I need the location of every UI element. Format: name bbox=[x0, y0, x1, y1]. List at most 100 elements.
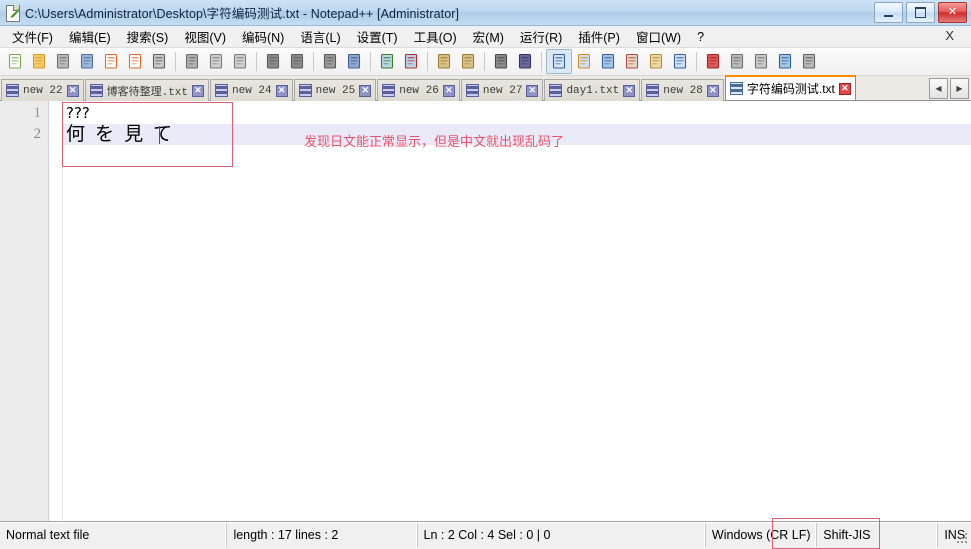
tab-item[interactable]: new 25 ✕ bbox=[293, 79, 377, 101]
new-file-icon[interactable] bbox=[3, 50, 27, 73]
menu-view[interactable]: 视图(V) bbox=[176, 25, 234, 48]
tab-label: new 24 bbox=[232, 84, 272, 97]
status-encoding[interactable]: Shift-JIS bbox=[817, 523, 939, 547]
paste-icon[interactable] bbox=[228, 50, 252, 73]
sync-vertical-scroll-icon-glyph bbox=[437, 53, 450, 69]
menu-encoding[interactable]: 编码(N) bbox=[234, 25, 292, 48]
save-macro-icon[interactable] bbox=[797, 50, 821, 73]
tab-item[interactable]: new 22 ✕ bbox=[1, 79, 84, 101]
tab-close-icon[interactable]: ✕ bbox=[275, 84, 288, 97]
tab-item[interactable]: new 28 ✕ bbox=[641, 79, 724, 101]
save-icon[interactable] bbox=[51, 50, 75, 73]
toolbar-separator bbox=[484, 52, 485, 71]
window-controls: ✕ bbox=[874, 2, 967, 23]
run-macro-multiple-icon[interactable] bbox=[773, 50, 797, 73]
minimize-button[interactable] bbox=[874, 2, 903, 23]
redo-icon[interactable] bbox=[285, 50, 309, 73]
sync-horizontal-scroll-icon[interactable] bbox=[456, 50, 480, 73]
indent-guide-icon[interactable] bbox=[546, 49, 572, 74]
bookmark-margin[interactable] bbox=[49, 101, 63, 521]
tab-item[interactable]: new 24 ✕ bbox=[210, 79, 293, 101]
zoom-in-icon[interactable] bbox=[375, 50, 399, 73]
save-all-icon[interactable] bbox=[75, 50, 99, 73]
find-icon[interactable] bbox=[318, 50, 342, 73]
tab-close-icon[interactable]: ✕ bbox=[442, 84, 455, 97]
folder-as-workspace-icon[interactable] bbox=[644, 50, 668, 73]
menu-macro[interactable]: 宏(M) bbox=[465, 25, 512, 48]
tab-close-icon[interactable]: ✕ bbox=[838, 82, 851, 95]
replace-icon[interactable] bbox=[342, 50, 366, 73]
tab-item[interactable]: new 27 ✕ bbox=[460, 79, 544, 101]
maximize-button[interactable] bbox=[906, 2, 935, 23]
menu-settings[interactable]: 设置(T) bbox=[349, 25, 406, 48]
show-all-characters-icon[interactable] bbox=[513, 50, 537, 73]
close-document-button[interactable]: X bbox=[940, 28, 959, 43]
document-icon bbox=[382, 84, 396, 97]
zoom-out-icon[interactable] bbox=[399, 50, 423, 73]
tab-close-icon[interactable]: ✕ bbox=[623, 84, 636, 97]
tab-item[interactable]: new 26 ✕ bbox=[377, 79, 460, 101]
code-canvas[interactable]: ??? 何 を 見 て 发现日文能正常显示，但是中文就出现乱码了 bbox=[63, 101, 971, 521]
menu-help[interactable]: ? bbox=[689, 28, 712, 46]
tab-scroll-left-button[interactable]: ◀ bbox=[929, 78, 948, 99]
document-icon bbox=[298, 84, 312, 97]
stop-recording-icon-glyph bbox=[730, 53, 743, 69]
tab-label: 字符编码测试.txt bbox=[746, 82, 835, 96]
menu-search[interactable]: 搜索(S) bbox=[119, 25, 177, 48]
close-all-icon[interactable] bbox=[123, 50, 147, 73]
open-file-icon[interactable] bbox=[27, 50, 51, 73]
close-file-icon[interactable] bbox=[99, 50, 123, 73]
menu-tools[interactable]: 工具(O) bbox=[406, 25, 465, 48]
monitoring-icon[interactable] bbox=[668, 50, 692, 73]
tab-close-icon[interactable]: ✕ bbox=[359, 84, 372, 97]
notepad-plus-plus-icon bbox=[5, 4, 21, 22]
function-list-icon-glyph bbox=[625, 53, 638, 69]
paste-icon-glyph bbox=[233, 53, 246, 69]
menu-language[interactable]: 语言(L) bbox=[292, 25, 348, 48]
tab-scroll-right-button[interactable]: ▶ bbox=[950, 78, 969, 99]
annotation-text: 发现日文能正常显示，但是中文就出现乱码了 bbox=[304, 135, 565, 150]
tab-close-icon[interactable]: ✕ bbox=[706, 84, 719, 97]
record-macro-icon[interactable] bbox=[701, 50, 725, 73]
tab-item[interactable]: 博客待整理.txt ✕ bbox=[84, 79, 210, 101]
tab-active[interactable]: 字符编码测试.txt ✕ bbox=[724, 75, 856, 100]
close-file-icon-glyph bbox=[104, 53, 117, 69]
copy-icon[interactable] bbox=[204, 50, 228, 73]
document-map-icon[interactable] bbox=[596, 50, 620, 73]
stop-recording-icon[interactable] bbox=[725, 50, 749, 73]
menu-file[interactable]: 文件(F) bbox=[4, 25, 61, 48]
sync-vertical-scroll-icon[interactable] bbox=[432, 50, 456, 73]
document-map-icon-glyph bbox=[601, 53, 614, 69]
play-macro-icon[interactable] bbox=[749, 50, 773, 73]
resize-grip[interactable] bbox=[955, 531, 969, 545]
close-button[interactable]: ✕ bbox=[938, 2, 967, 23]
editor-area[interactable]: 1 2 ??? 何 を 見 て 发现日文能正常显示，但是中文就出现乱码了 bbox=[0, 101, 971, 522]
menu-plugins[interactable]: 插件(P) bbox=[570, 25, 628, 48]
cut-icon[interactable] bbox=[180, 50, 204, 73]
tab-close-icon[interactable]: ✕ bbox=[66, 84, 79, 97]
document-icon bbox=[729, 82, 743, 95]
show-all-characters-icon-glyph bbox=[518, 53, 531, 69]
function-list-icon[interactable] bbox=[620, 50, 644, 73]
tab-scroll-buttons: ◀ ▶ bbox=[929, 78, 969, 99]
tab-close-icon[interactable]: ✕ bbox=[526, 84, 539, 97]
redo-icon-glyph bbox=[290, 53, 303, 69]
print-icon[interactable] bbox=[147, 50, 171, 73]
menu-window[interactable]: 窗口(W) bbox=[628, 25, 689, 48]
undo-icon[interactable] bbox=[261, 50, 285, 73]
tab-label: new 26 bbox=[399, 84, 439, 97]
status-eol-format[interactable]: Windows (CR LF) bbox=[706, 523, 818, 547]
menu-run[interactable]: 运行(R) bbox=[512, 25, 570, 48]
tab-label: new 25 bbox=[315, 84, 356, 97]
notepad-plus-plus-window: C:\Users\Administrator\Desktop\字符编码测试.tx… bbox=[0, 0, 971, 549]
word-wrap-icon[interactable] bbox=[489, 50, 513, 73]
tab-item[interactable]: day1.txt ✕ bbox=[544, 79, 641, 101]
window-title: C:\Users\Administrator\Desktop\字符编码测试.tx… bbox=[25, 7, 460, 21]
menu-edit[interactable]: 编辑(E) bbox=[61, 25, 119, 48]
status-length-lines: length : 17 lines : 2 bbox=[227, 523, 418, 547]
word-wrap-icon-glyph bbox=[494, 53, 507, 69]
tab-close-icon[interactable]: ✕ bbox=[192, 84, 205, 97]
user-defined-dialog-icon[interactable] bbox=[572, 50, 596, 73]
code-line[interactable]: ??? bbox=[63, 103, 971, 124]
play-macro-icon-glyph bbox=[754, 53, 767, 69]
